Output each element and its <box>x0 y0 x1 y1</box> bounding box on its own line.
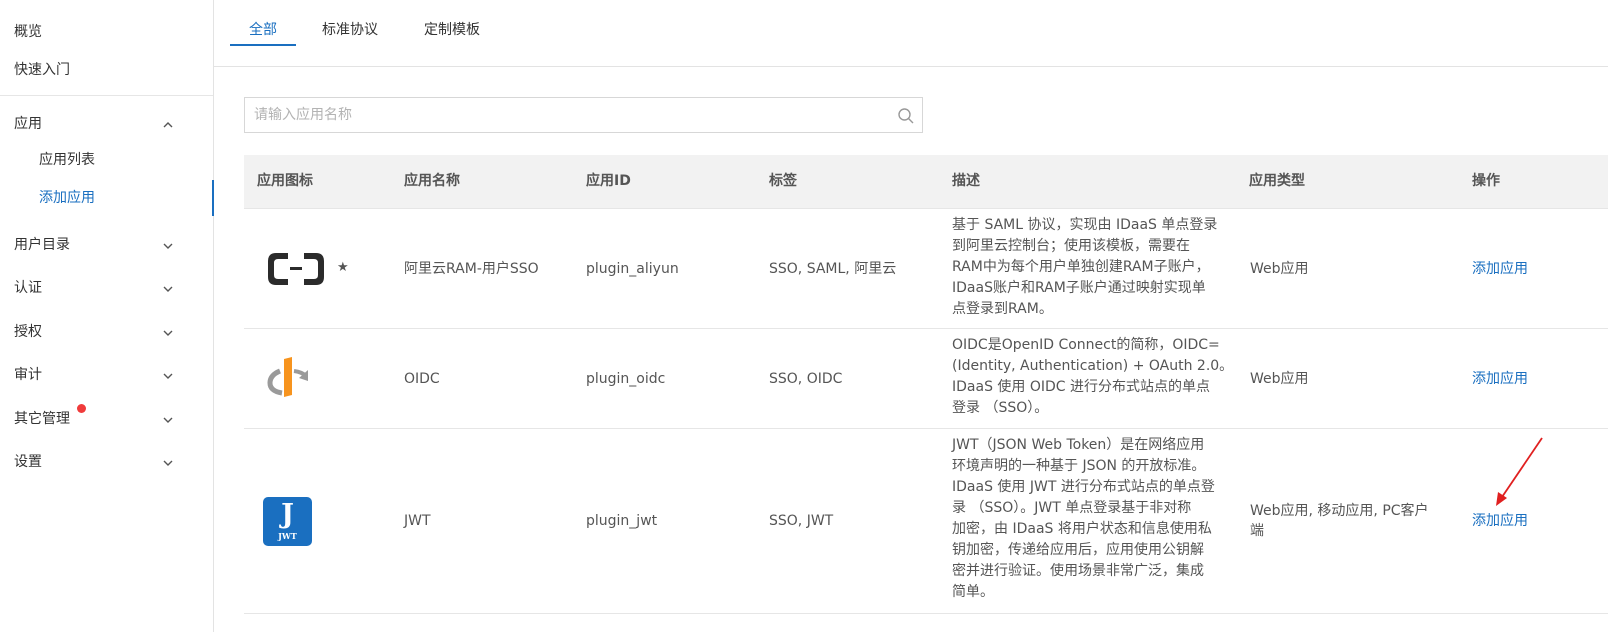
column-header-id: 应用ID <box>586 173 631 189</box>
sidebar-item-settings[interactable]: 设置 <box>14 452 42 472</box>
description-line: JWT（JSON Web Token）是在网络应用 <box>952 437 1205 453</box>
app-tags: SSO, OIDC <box>769 371 843 387</box>
app-name: 阿里云RAM-用户SSO <box>404 261 539 277</box>
app-type: Web应用 <box>1250 261 1309 277</box>
chevron-down-icon[interactable] <box>160 325 176 341</box>
jwt-logo-icon: J JWT <box>263 497 312 546</box>
app-description: 基于 SAML 协议，实现由 IDaaS 单点登录 到阿里云控制台；使用该模板，… <box>952 215 1236 320</box>
openid-logo-icon <box>266 357 310 399</box>
app-description: OIDC是OpenID Connect的简称，OIDC= (Identity, … <box>952 335 1236 419</box>
active-indicator <box>212 180 214 216</box>
search-input[interactable] <box>245 98 894 132</box>
table-header: 应用图标 应用名称 应用ID 标签 描述 应用类型 操作 <box>244 155 1608 209</box>
chevron-down-icon[interactable] <box>160 238 176 254</box>
sidebar-item-app-list[interactable]: 应用列表 <box>39 150 95 170</box>
sidebar-item-auth[interactable]: 认证 <box>14 278 42 298</box>
sidebar-divider <box>0 95 213 96</box>
column-header-name: 应用名称 <box>404 173 460 189</box>
aliyun-logo-icon <box>266 249 326 289</box>
column-header-icon: 应用图标 <box>257 173 313 189</box>
column-header-description: 描述 <box>952 173 980 189</box>
app-name: JWT <box>404 513 431 529</box>
description-line: 点登录到RAM。 <box>952 301 1053 317</box>
chevron-down-icon[interactable] <box>160 412 176 428</box>
description-line: 到阿里云控制台；使用该模板，需要在 <box>952 238 1190 254</box>
tab-all[interactable]: 全部 <box>249 20 277 40</box>
table-row: ★ 阿里云RAM-用户SSO plugin_aliyun SSO, SAML, … <box>244 209 1608 329</box>
description-line: IDaaS 使用 JWT 进行分布式站点的单点登 <box>952 479 1215 495</box>
app-tags: SSO, JWT <box>769 513 834 529</box>
app-type-line: Web应用, 移动应用, PC客户 <box>1250 503 1429 519</box>
description-line: IDaaS 使用 OIDC 进行分布式站点的单点 <box>952 379 1211 395</box>
column-header-tags: 标签 <box>769 173 797 189</box>
chevron-up-icon[interactable] <box>160 117 176 133</box>
jwt-logo-text: JWT <box>278 531 297 541</box>
description-line: IDaaS账户和RAM子账户通过映射实现单 <box>952 280 1206 296</box>
description-line: 录 （SSO）。JWT 单点登录基于非对称 <box>952 500 1192 516</box>
sidebar-item-user-directory[interactable]: 用户目录 <box>14 235 70 255</box>
app-type: Web应用 <box>1250 371 1309 387</box>
description-line: 密并进行验证。使用场景非常广泛，集成 <box>952 563 1204 579</box>
jwt-logo-letter: J <box>281 499 294 530</box>
description-line: 简单。 <box>952 584 994 600</box>
annotation-arrow-icon <box>1490 436 1546 508</box>
star-icon[interactable]: ★ <box>337 260 349 275</box>
add-app-link[interactable]: 添加应用 <box>1472 259 1528 279</box>
sidebar-item-audit[interactable]: 审计 <box>14 365 42 385</box>
notification-dot <box>77 404 86 413</box>
description-line: RAM中为每个用户单独创建RAM子账户， <box>952 259 1210 275</box>
add-app-link[interactable]: 添加应用 <box>1472 369 1528 389</box>
description-line: 钥加密，传递给应用后，应用使用公钥解 <box>952 542 1204 558</box>
add-app-link[interactable]: 添加应用 <box>1472 511 1528 531</box>
app-id: plugin_aliyun <box>586 261 679 277</box>
chevron-down-icon[interactable] <box>160 455 176 471</box>
sidebar-item-other-management[interactable]: 其它管理 <box>14 409 70 429</box>
app-tags: SSO, SAML, 阿里云 <box>769 261 897 277</box>
description-line: OIDC是OpenID Connect的简称，OIDC= <box>952 337 1220 353</box>
chevron-down-icon[interactable] <box>160 368 176 384</box>
app-id: plugin_jwt <box>586 513 658 529</box>
app-description: JWT（JSON Web Token）是在网络应用 环境声明的一种基于 JSON… <box>952 435 1236 603</box>
column-header-actions: 操作 <box>1472 173 1500 189</box>
app-id: plugin_oidc <box>586 371 666 387</box>
description-line: 环境声明的一种基于 JSON 的开放标准。 <box>952 458 1206 474</box>
description-line: 加密，由 IDaaS 将用户状态和信息使用私 <box>952 521 1212 537</box>
description-line: 登录 （SSO）。 <box>952 400 1049 416</box>
column-header-type: 应用类型 <box>1249 173 1305 189</box>
search-box <box>244 97 923 133</box>
description-line: (Identity, Authentication) + OAuth 2.0。 <box>952 358 1234 374</box>
search-icon[interactable] <box>897 107 915 125</box>
sidebar-item-authorization[interactable]: 授权 <box>14 322 42 342</box>
app-name: OIDC <box>404 371 440 387</box>
sidebar-item-overview[interactable]: 概览 <box>14 22 42 42</box>
description-line: 基于 SAML 协议，实现由 IDaaS 单点登录 <box>952 217 1218 233</box>
table-row: J JWT JWT plugin_jwt SSO, JWT JWT（JSON W… <box>244 429 1608 614</box>
tab-custom-template[interactable]: 定制模板 <box>424 20 480 40</box>
tab-standard-protocol[interactable]: 标准协议 <box>322 20 378 40</box>
table-row: OIDC plugin_oidc SSO, OIDC OIDC是OpenID C… <box>244 329 1608 429</box>
sidebar-item-quickstart[interactable]: 快速入门 <box>14 60 70 80</box>
sidebar-item-add-app[interactable]: 添加应用 <box>39 188 95 208</box>
sidebar: 概览 快速入门 应用 应用列表 添加应用 用户目录 认证 授权 审计 其它管理 … <box>0 0 214 632</box>
app-type-line: 端 <box>1250 523 1264 539</box>
sidebar-item-apps[interactable]: 应用 <box>14 114 42 134</box>
chevron-down-icon[interactable] <box>160 281 176 297</box>
active-tab-underline <box>230 44 296 46</box>
app-type: Web应用, 移动应用, PC客户 端 <box>1250 501 1450 541</box>
